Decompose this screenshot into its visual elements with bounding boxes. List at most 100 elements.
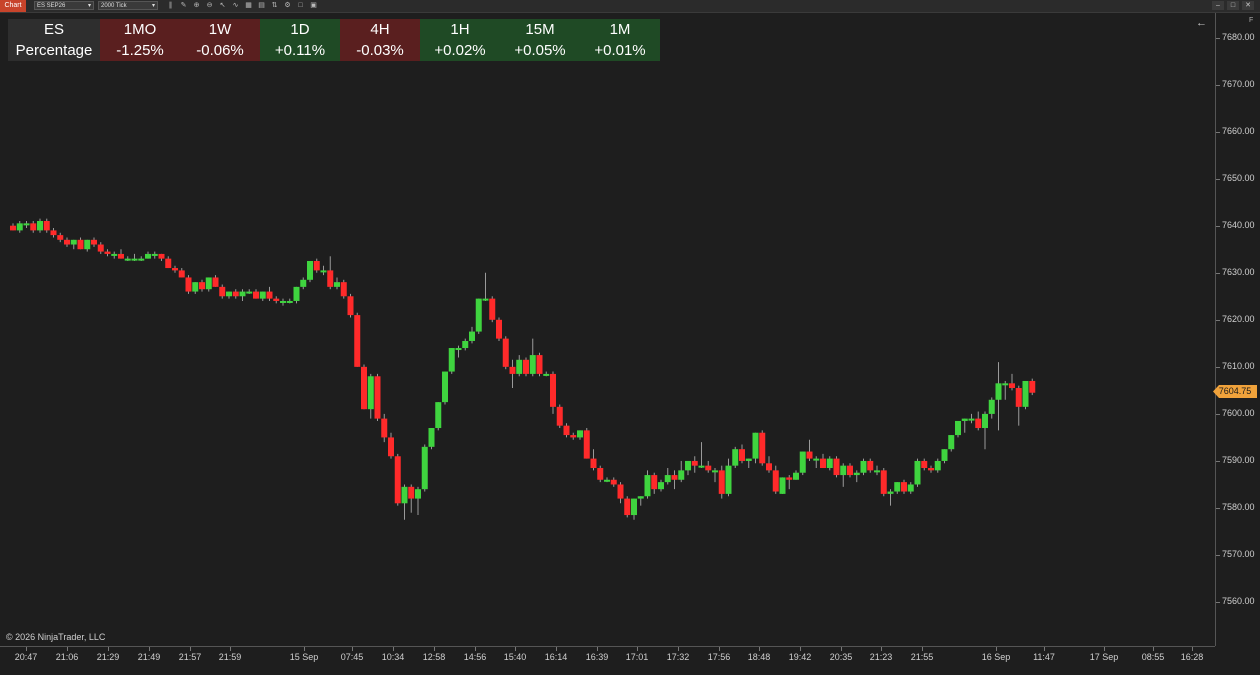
zoom-in-icon[interactable]: ⊕ — [192, 1, 201, 10]
candle-body-up — [779, 477, 786, 494]
panel-symbol: ES — [8, 19, 100, 40]
price-tick — [1216, 84, 1220, 86]
minimize-button[interactable]: – — [1212, 1, 1224, 10]
candle-body-down — [347, 296, 354, 316]
candle — [840, 463, 847, 487]
candle — [543, 371, 550, 377]
candle — [70, 239, 77, 250]
candle-body-down — [772, 470, 779, 492]
time-label: 16:39 — [585, 652, 609, 662]
candle — [313, 258, 320, 273]
panel-row-label: Percentage — [8, 40, 100, 61]
screenshot-icon[interactable]: ▣ — [309, 1, 318, 10]
time-tick — [996, 647, 997, 651]
time-tick — [678, 647, 679, 651]
candle — [111, 251, 118, 259]
price-tick — [1216, 319, 1220, 321]
candle-body-up — [745, 458, 752, 461]
candle — [556, 404, 563, 429]
candle — [435, 402, 442, 431]
candle-body-up — [455, 348, 462, 351]
candle-body-up — [894, 482, 901, 492]
candle — [455, 345, 462, 358]
candle — [361, 364, 367, 410]
time-tick — [556, 647, 557, 651]
back-arrow-icon[interactable]: ← — [1196, 17, 1207, 29]
candle — [293, 286, 300, 304]
time-label: 21:57 — [178, 652, 202, 662]
candle-body-down — [570, 435, 577, 438]
candle-body-up — [246, 291, 253, 294]
candle — [205, 277, 212, 292]
candle — [718, 465, 725, 499]
candle-body-down — [1029, 380, 1036, 393]
candle — [847, 463, 853, 478]
instrument-selector[interactable]: ES SEP26 ▾ — [34, 1, 94, 10]
candle — [671, 470, 678, 490]
candle — [253, 289, 259, 299]
time-tick — [434, 647, 435, 651]
candle-body-down — [759, 432, 766, 464]
time-tick — [475, 647, 476, 651]
candle — [1009, 373, 1015, 391]
candle-body-up — [712, 470, 718, 473]
candle — [178, 268, 185, 278]
candle-body-down — [833, 458, 840, 476]
candle-body-up — [840, 465, 847, 476]
strategies-icon[interactable]: ▦ — [244, 1, 253, 10]
candle — [489, 296, 496, 323]
candle-body-up — [914, 460, 921, 485]
price-label: 7620.00 — [1222, 313, 1255, 324]
candle — [961, 418, 968, 433]
candle-body-up — [678, 470, 685, 480]
candle — [752, 432, 759, 464]
candle-body-down — [617, 484, 624, 499]
candle — [975, 411, 982, 431]
candle — [91, 237, 97, 247]
candle-body-down — [64, 239, 70, 245]
close-button[interactable]: ✕ — [1242, 1, 1254, 10]
indicators-icon[interactable]: ∿ — [231, 1, 240, 10]
candle — [698, 442, 705, 469]
panel-value-row: Percentage -1.25% -0.06% +0.11% -0.03% +… — [8, 40, 660, 61]
price-axis[interactable]: 7680.00 7670.00 7660.00 7650.00 7640.00 7630.… — [1215, 13, 1260, 646]
zoom-out-icon[interactable]: ⊖ — [205, 1, 214, 10]
candle — [685, 460, 691, 476]
candle-body-up — [421, 446, 428, 490]
data-box-icon[interactable]: □ — [296, 1, 305, 10]
interval-selector[interactable]: 2000 Tick ▾ — [98, 1, 158, 10]
candle-body-up — [37, 220, 43, 231]
cursor-icon[interactable]: ↖ — [218, 1, 227, 10]
candle-body-up — [482, 298, 489, 301]
chart-tab[interactable]: Chart — [0, 0, 26, 12]
candle — [374, 373, 381, 421]
candle — [732, 446, 739, 469]
time-tick — [800, 647, 801, 651]
value-15m: +0.05% — [500, 40, 580, 61]
candle-body-up — [725, 465, 732, 494]
candle — [192, 282, 199, 294]
time-tick — [881, 647, 882, 651]
candle-body-up — [907, 484, 914, 492]
candle — [428, 428, 435, 450]
candle — [50, 228, 57, 238]
candle — [37, 218, 43, 233]
order-icon[interactable]: ⇅ — [270, 1, 279, 10]
candle-body-down — [610, 479, 617, 485]
candle-body-up — [293, 286, 300, 301]
candle-body-down — [313, 260, 320, 271]
candle-body-up — [887, 491, 894, 494]
properties-icon[interactable]: ⚙ — [283, 1, 292, 10]
candle — [232, 289, 239, 299]
drawing-tool-icon[interactable]: ✎ — [179, 1, 188, 10]
candle — [131, 253, 138, 261]
time-label: 15 Sep — [289, 652, 319, 662]
bar-type-icon[interactable]: ∥ — [166, 1, 175, 10]
templates-icon[interactable]: ▤ — [257, 1, 266, 10]
candle-body-down — [104, 251, 111, 254]
time-axis[interactable]: 20:47 21:06 21:29 21:49 21:57 21:59 15 Sep 07:4… — [0, 646, 1215, 675]
price-label: 7660.00 — [1222, 125, 1255, 136]
maximize-button[interactable]: □ — [1227, 1, 1239, 10]
candlestick-chart[interactable] — [0, 13, 1214, 646]
candle-body-down — [10, 225, 16, 231]
